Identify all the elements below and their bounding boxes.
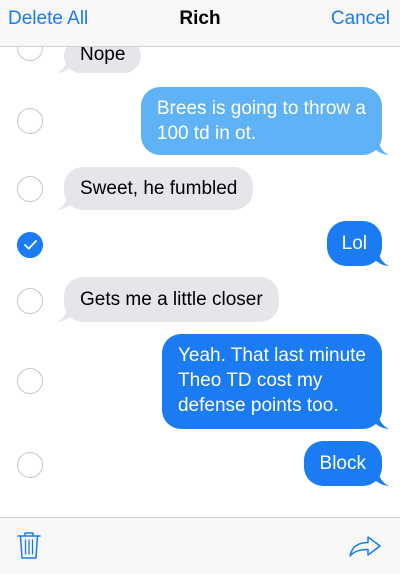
message-text: Sweet, he fumbled [80,178,238,199]
bubble-tail-icon [57,308,75,322]
message-text-line: defense points too. [177,395,339,416]
message-text: Block [319,453,366,474]
message-bubble-outgoing[interactable]: Block [303,441,389,486]
select-circle[interactable] [17,368,43,394]
checkmark-icon [24,240,37,250]
navigation-bar: Delete All Rich Cancel [0,0,400,47]
message-text-line: Yeah. That last minute [177,345,366,366]
message-text-line: Theo TD cost my [177,370,323,391]
select-circle[interactable] [17,452,43,478]
bubble-tail-icon [371,415,389,429]
bubble-tail-icon [371,252,389,266]
message-text: Gets me a little closer [80,289,263,310]
message-row: Sweet, he fumbled [0,167,400,210]
bubble-tail-icon [371,472,389,486]
message-thread[interactable]: Nope Brees is going to throw a 100 td in… [0,47,400,517]
message-bubble-outgoing[interactable]: Lol [326,221,389,266]
select-circle[interactable] [17,176,43,202]
conversation-title: Rich [179,8,221,29]
message-text: Nope [80,47,126,65]
message-bubble-outgoing[interactable]: Yeah. That last minute Theo TD cost my d… [161,334,389,429]
message-row: Gets me a little closer [0,277,400,322]
bubble-tail-icon [371,141,389,155]
message-bubble-incoming[interactable]: Sweet, he fumbled [57,167,254,210]
message-row: Lol [0,221,400,266]
message-row: Block [0,441,400,486]
message-row: Brees is going to throw a 100 td in ot. [0,87,400,155]
bubble-tail-icon [57,196,75,210]
message-text-line: 100 td in ot. [156,123,257,144]
select-circle[interactable] [17,108,43,134]
message-text-line: Brees is going to throw a [156,98,366,119]
bottom-toolbar [0,517,400,574]
cancel-button[interactable]: Cancel [331,8,390,30]
select-circle[interactable] [17,47,43,61]
message-bubble-incoming[interactable]: Gets me a little closer [57,277,279,322]
select-circle-checked[interactable] [17,232,43,258]
message-text: Lol [341,233,367,254]
message-row: Yeah. That last minute Theo TD cost my d… [0,334,400,429]
bubble-tail-icon [57,59,75,73]
trash-icon[interactable] [16,530,42,565]
delete-all-button[interactable]: Delete All [8,8,88,30]
message-bubble-outgoing[interactable]: Brees is going to throw a 100 td in ot. [140,87,389,155]
message-row: Nope [0,47,400,73]
message-bubble-incoming[interactable]: Nope [57,47,142,73]
select-circle[interactable] [17,288,43,314]
forward-arrow-icon[interactable] [348,534,382,563]
